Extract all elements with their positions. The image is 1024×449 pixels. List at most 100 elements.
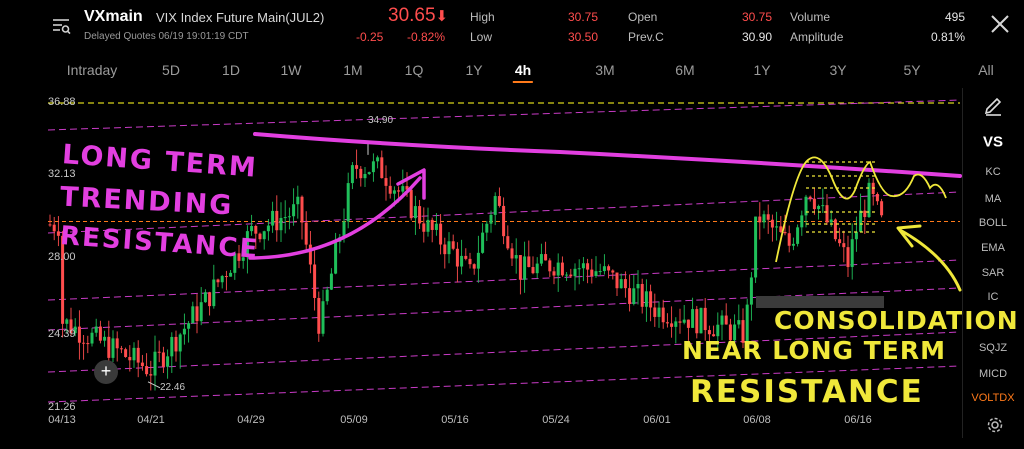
add-drawing-button[interactable]: + — [94, 360, 118, 384]
candle-body — [523, 256, 527, 280]
x-tick: 04/29 — [237, 414, 265, 426]
candle-body — [439, 223, 443, 245]
side-item-kc[interactable]: KC — [962, 166, 1024, 178]
candle-body — [581, 263, 585, 269]
candle-body — [224, 276, 228, 278]
candle-body — [107, 336, 111, 358]
candle-body — [178, 334, 182, 352]
candle-body — [397, 190, 401, 192]
side-item-vs[interactable]: VS — [962, 134, 1024, 151]
candle-body — [476, 252, 480, 269]
candle-body — [468, 258, 472, 265]
candle-body — [86, 343, 90, 345]
candle-body — [426, 219, 430, 232]
candle-body — [401, 186, 405, 192]
candle-body — [569, 274, 573, 277]
candle-body — [409, 189, 413, 219]
candle-body — [506, 236, 510, 249]
candle-body — [565, 274, 569, 276]
side-item-micd[interactable]: MICD — [962, 368, 1024, 380]
candle-body — [187, 323, 191, 329]
candle-body — [329, 273, 333, 290]
candle-body — [166, 356, 170, 367]
candle-body — [586, 263, 590, 270]
candle-body — [665, 322, 669, 324]
candle-body — [195, 306, 199, 322]
candle-body — [132, 347, 136, 361]
candle-body — [775, 226, 779, 228]
candle-body — [850, 239, 854, 268]
annotation-right-line2: NEAR LONG TERM — [682, 336, 946, 365]
side-item-boll[interactable]: BOLL — [962, 217, 1024, 229]
candle-body — [170, 336, 174, 357]
low-marker-label: 22.46 — [160, 382, 186, 393]
candle-body — [250, 225, 254, 232]
candle-body — [787, 233, 791, 246]
candle-body — [371, 161, 375, 173]
candle-body — [880, 201, 884, 216]
candle-body — [514, 255, 518, 259]
candle-body — [703, 307, 707, 331]
x-tick: 05/16 — [441, 414, 469, 426]
candle-body — [510, 248, 514, 259]
candle-body — [577, 268, 581, 270]
candle-body — [535, 263, 539, 274]
side-item-sqjz[interactable]: SQJZ — [962, 342, 1024, 354]
high-marker-label: 34.90 — [368, 115, 394, 126]
candle-body — [392, 190, 396, 194]
candle-body — [737, 320, 741, 325]
y-tick: 21.26 — [48, 401, 76, 413]
candle-body — [48, 224, 52, 226]
candle-body — [657, 307, 661, 317]
side-item-ma[interactable]: MA — [962, 193, 1024, 205]
candle-body — [283, 217, 287, 219]
candle-body — [199, 302, 203, 322]
candle-body — [812, 198, 816, 210]
candle-body — [472, 264, 476, 269]
candle-body — [724, 315, 728, 325]
candle-body — [380, 157, 384, 179]
candle-body — [464, 255, 468, 259]
candle-body — [376, 157, 380, 162]
candle-body — [552, 271, 556, 276]
candle-body — [300, 196, 304, 223]
side-item-ic[interactable]: IC — [962, 291, 1024, 303]
candle-body — [607, 266, 611, 271]
candle-body — [808, 196, 812, 199]
candle-body — [678, 321, 682, 323]
candle-body — [161, 352, 165, 367]
side-item-ema[interactable]: EMA — [962, 242, 1024, 254]
candle-body — [623, 279, 627, 289]
candle-body — [157, 351, 161, 353]
candle-body — [430, 219, 434, 230]
candle-body — [422, 223, 426, 232]
candle-body — [691, 309, 695, 328]
candle-body — [388, 185, 392, 194]
candle-body — [628, 288, 632, 304]
candle-body — [791, 243, 795, 246]
candle-body — [208, 292, 212, 307]
side-item-sar[interactable]: SAR — [962, 267, 1024, 279]
candle-body — [833, 219, 837, 240]
candle-body — [119, 348, 123, 350]
side-item-voltdx[interactable]: VOLTDX — [962, 392, 1024, 404]
candle-body — [287, 216, 291, 218]
candle-body — [754, 216, 758, 278]
candle-body — [346, 183, 350, 222]
candle-body — [275, 210, 279, 231]
candle-body — [434, 223, 438, 230]
annotation-right-line3: RESISTANCE — [690, 374, 924, 410]
candle-body — [128, 356, 132, 361]
low-marker — [147, 381, 161, 389]
candle-body — [77, 326, 81, 343]
candle-body — [636, 283, 640, 289]
candle-body — [460, 255, 464, 267]
candle-body — [111, 338, 115, 358]
candle-body — [308, 244, 312, 265]
y-tick: 36.88 — [48, 96, 76, 108]
candle-body — [313, 264, 317, 298]
x-tick: 06/16 — [844, 414, 872, 426]
candle-body — [695, 309, 699, 334]
settings-icon[interactable] — [986, 416, 1004, 434]
candle-body — [355, 165, 359, 169]
